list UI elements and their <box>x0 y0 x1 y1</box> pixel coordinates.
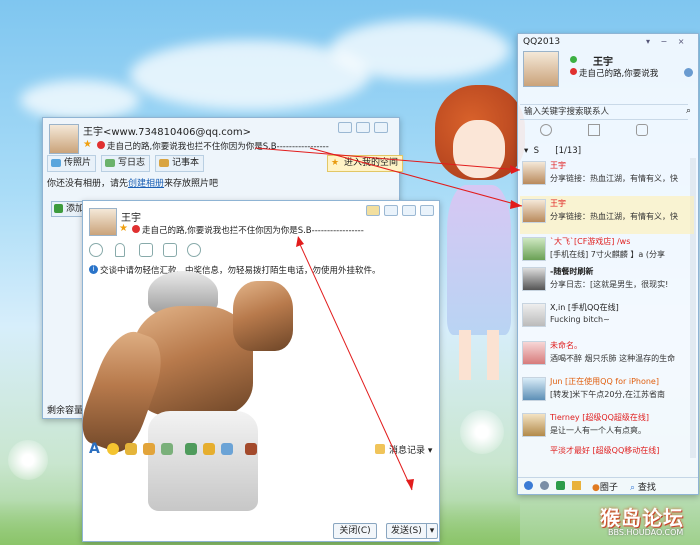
qq-title: QQ2013 <box>523 37 561 47</box>
settings-icon[interactable] <box>540 481 549 490</box>
tab-notepad[interactable]: 记事本 <box>155 155 205 172</box>
star-icon: ★ <box>331 158 340 168</box>
search-icon[interactable]: ⌕ <box>686 106 691 116</box>
tab-contacts[interactable] <box>588 124 600 136</box>
flower-decoration <box>8 440 48 480</box>
send-button[interactable]: 发送(S) ▾ <box>386 523 438 539</box>
voice-call-icon[interactable] <box>115 243 125 257</box>
photo-icon <box>51 159 61 167</box>
shake-icon[interactable] <box>143 443 155 455</box>
font-icon[interactable]: A <box>89 441 100 457</box>
send-options-arrow[interactable]: ▾ <box>426 524 437 538</box>
qq-signature[interactable]: 走自己的路,你要说我 <box>579 67 658 79</box>
skin-button[interactable] <box>366 205 380 216</box>
close-chat-button[interactable]: 关闭(C) <box>333 523 377 539</box>
avatar <box>522 267 546 291</box>
close-button[interactable] <box>374 122 388 133</box>
list-item[interactable]: Jun [正在使用QQ for iPhone] [转发]米下午点20分,在江苏省… <box>520 374 694 412</box>
list-item[interactable]: 王宇 分享链接：热血江湖，有情有义，快 <box>520 158 694 196</box>
avatar <box>522 377 546 401</box>
avatar <box>522 303 546 327</box>
avatar <box>522 199 546 223</box>
avatar <box>522 341 546 365</box>
status-online-icon[interactable] <box>570 56 577 63</box>
tab-write-log[interactable]: 写日志 <box>101 155 151 172</box>
list-item[interactable]: Tierney [超级QQ超级在线] 是让一人有一个人有点爽。 <box>520 410 694 448</box>
mood-icon <box>132 225 140 233</box>
list-item[interactable]: 平淡才最好 [超级QQ移动在线] <box>520 444 694 458</box>
tab-groups[interactable] <box>636 124 648 136</box>
chat-window: 王宇 ★ 走自己的路,你要说我也拦不住你因为你是S.B-------------… <box>74 200 440 542</box>
gift-icon[interactable] <box>245 443 257 455</box>
find-button[interactable]: ⌕ 查找 <box>630 480 656 493</box>
mail-icon[interactable] <box>572 481 581 490</box>
share-screen-icon[interactable] <box>139 243 153 257</box>
plus-icon <box>54 204 63 213</box>
maximize-button[interactable] <box>356 122 370 133</box>
close-button[interactable] <box>420 205 434 216</box>
chat-background-character <box>74 271 313 511</box>
mood-icon <box>97 141 105 149</box>
list-item[interactable]: -随餐时刷新 分享日志：[这就是男生，很现实! <box>520 264 694 302</box>
album-hint: 你还没有相册，请先创建相册来存放照片吧 <box>47 179 219 189</box>
avatar[interactable] <box>89 208 117 236</box>
magic-emoji-icon[interactable] <box>125 443 137 455</box>
watermark-logo: 猴岛论坛 <box>600 506 684 530</box>
circle-icon: ● <box>592 483 600 493</box>
screenshot-icon[interactable] <box>161 443 173 455</box>
cloud <box>20 80 140 120</box>
minimize-button[interactable] <box>338 122 352 133</box>
log-icon <box>105 159 115 167</box>
video-call-icon[interactable] <box>89 243 103 257</box>
watermark-url: BBS.HOUDAO.COM <box>608 528 684 537</box>
message-log-button[interactable]: 消息记录 ▾ <box>375 443 432 456</box>
star-icon: ★ <box>119 223 128 234</box>
panel-window-controls[interactable]: ▾ − × <box>646 37 689 46</box>
qq-nickname: 王宇 <box>593 57 613 68</box>
star-icon: ★ <box>83 139 92 150</box>
chat-signature: 走自己的路,你要说我也拦不住你因为你是S.B----------------- <box>142 226 364 236</box>
history-icon <box>375 444 385 454</box>
space-link[interactable]: ★ 进入我的空间 <box>327 155 404 172</box>
notepad-icon <box>159 159 169 167</box>
avatar <box>522 237 546 261</box>
list-item[interactable]: 未命名。 酒喝不醉 烟只乐肺 这种温存的生命 <box>520 338 694 376</box>
minimize-button[interactable] <box>384 205 398 216</box>
tab-upload-photo[interactable]: 传照片 <box>47 155 97 172</box>
maximize-button[interactable] <box>402 205 416 216</box>
avatar <box>522 161 546 185</box>
flower-decoration <box>460 410 504 454</box>
create-album-link[interactable]: 创建相册 <box>128 179 164 189</box>
profile-signature: 走自己的路,你要说我也拦不住你因为你是S.B----------------- <box>107 142 329 152</box>
avatar[interactable] <box>49 124 79 154</box>
avatar <box>522 413 546 437</box>
search-input[interactable]: 输入关键字搜索联系人 <box>520 104 688 120</box>
send-file-icon[interactable] <box>163 243 177 257</box>
list-item[interactable]: 王宇 分享链接：热血江湖，有情有义，快 <box>520 196 694 234</box>
weather-icon[interactable] <box>684 68 693 77</box>
list-item[interactable]: X,in [手机QQ在线] Fucking bitch~ <box>520 300 694 338</box>
music-icon[interactable] <box>203 443 215 455</box>
emoji-icon[interactable] <box>107 443 119 455</box>
avatar[interactable] <box>523 51 559 87</box>
menu-icon[interactable] <box>524 481 533 490</box>
cloud <box>330 20 510 80</box>
find-icon: ⌕ <box>630 483 636 493</box>
mood-icon <box>570 68 577 75</box>
chat-contact-name: 王宇 <box>121 213 141 224</box>
security-icon[interactable] <box>556 481 565 490</box>
group-chat-icon[interactable] <box>187 243 201 257</box>
profile-title: 王宇<www.734810406@qq.com> <box>83 127 252 138</box>
circle-button[interactable]: ●圈子 <box>592 480 618 493</box>
bottom-toolbar: ●圈子 ⌕ 查找 <box>518 477 698 494</box>
image-icon[interactable] <box>185 443 197 455</box>
more-icon[interactable] <box>221 443 233 455</box>
group-header[interactable]: ▾ S [1/13] <box>524 146 581 156</box>
tab-recent[interactable] <box>540 124 552 136</box>
